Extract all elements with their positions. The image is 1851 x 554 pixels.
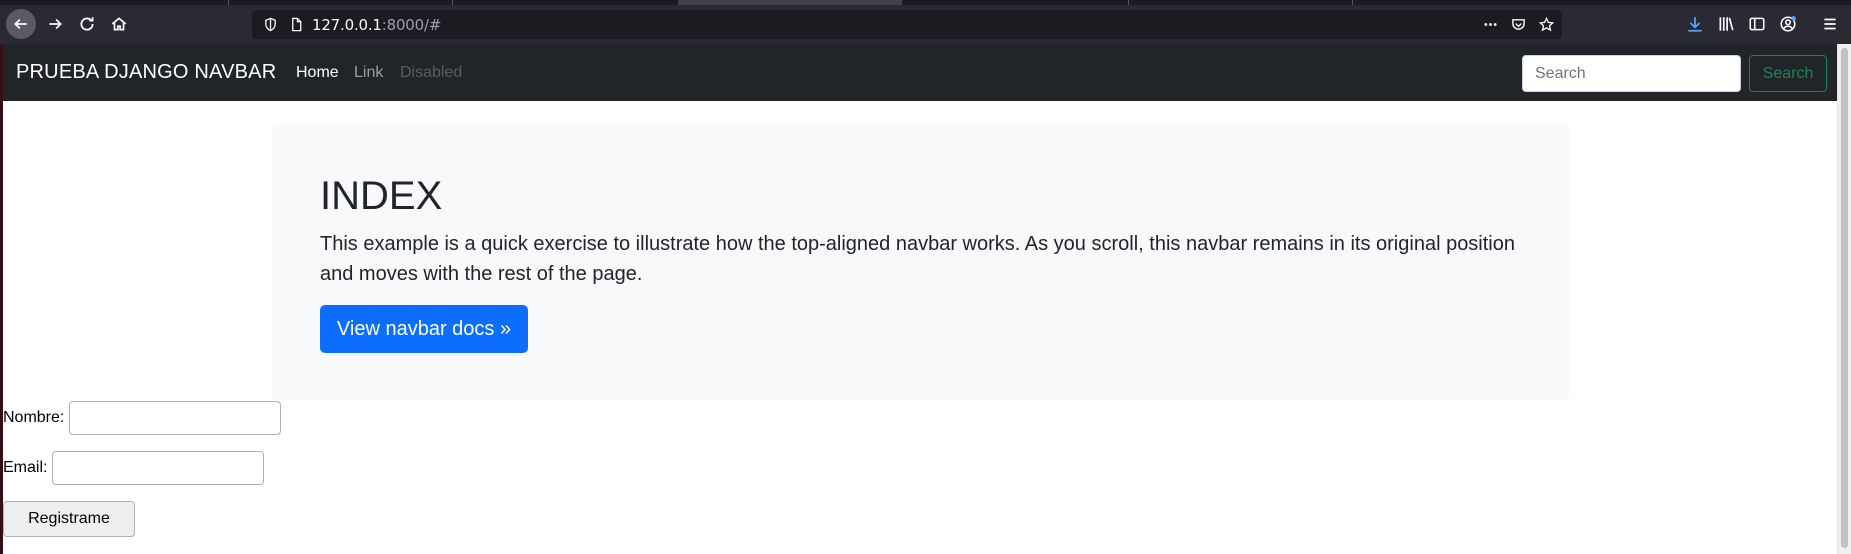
- page-scrollbar[interactable]: [1837, 44, 1851, 554]
- email-field[interactable]: [52, 451, 265, 485]
- pocket-icon[interactable]: [1510, 16, 1526, 32]
- url-bar[interactable]: 127.0.0.1:8000/#: [252, 10, 1562, 39]
- page-viewport: PRUEBA DJANGO NAVBAR Home Link Disabled …: [0, 44, 1840, 554]
- page-icon[interactable]: [288, 16, 304, 32]
- forward-icon: [49, 18, 62, 30]
- back-button[interactable]: [6, 9, 36, 39]
- nav-link-home[interactable]: Home: [296, 64, 339, 82]
- url-rest: :8000/#: [381, 16, 442, 34]
- search-input[interactable]: [1522, 55, 1741, 92]
- library-button[interactable]: [1711, 9, 1741, 39]
- home-icon: [111, 17, 127, 31]
- nombre-field[interactable]: [69, 401, 282, 435]
- nombre-label: Nombre:: [3, 409, 65, 426]
- nav-link-disabled: Disabled: [400, 64, 463, 81]
- back-icon: [14, 18, 27, 30]
- home-button[interactable]: [104, 9, 134, 39]
- nombre-row: Nombre:: [3, 401, 282, 435]
- url-text[interactable]: 127.0.0.1:8000/#: [312, 16, 441, 34]
- lead-text: This example is a quick exercise to illu…: [320, 233, 1515, 285]
- reload-icon: [80, 17, 94, 31]
- app-menu-button[interactable]: [1815, 9, 1845, 39]
- url-host: 127.0.0.1: [312, 16, 382, 34]
- nav-link-link[interactable]: Link: [354, 64, 383, 82]
- menu-icon: [1824, 18, 1836, 30]
- site-navbar: PRUEBA DJANGO NAVBAR Home Link Disabled …: [3, 44, 1840, 101]
- downloads-button[interactable]: [1680, 9, 1710, 39]
- registrame-button[interactable]: Registrame: [3, 501, 135, 537]
- more-icon[interactable]: [1482, 16, 1498, 32]
- reload-button[interactable]: [72, 9, 102, 39]
- sidebar-button[interactable]: [1742, 9, 1772, 39]
- email-row: Email:: [3, 451, 265, 485]
- download-icon: [1688, 17, 1702, 32]
- search-button[interactable]: Search: [1749, 55, 1827, 92]
- email-label: Email:: [3, 459, 48, 476]
- shield-icon[interactable]: [262, 16, 278, 32]
- scrollbar-thumb[interactable]: [1841, 48, 1848, 548]
- page-title: INDEX: [320, 174, 443, 218]
- browser-toolbar: 127.0.0.1:8000/#: [0, 5, 1851, 44]
- sidebar-icon: [1749, 17, 1765, 31]
- forward-button[interactable]: [40, 9, 70, 39]
- account-button[interactable]: [1773, 9, 1803, 39]
- jumbotron: INDEX This example is a quick exercise t…: [272, 124, 1569, 400]
- account-icon: [1780, 16, 1796, 32]
- navbar-brand[interactable]: PRUEBA DJANGO NAVBAR: [16, 61, 276, 84]
- bookmark-star-icon[interactable]: [1538, 16, 1554, 32]
- view-navbar-docs-button[interactable]: View navbar docs »: [320, 305, 528, 353]
- library-icon: [1719, 17, 1734, 31]
